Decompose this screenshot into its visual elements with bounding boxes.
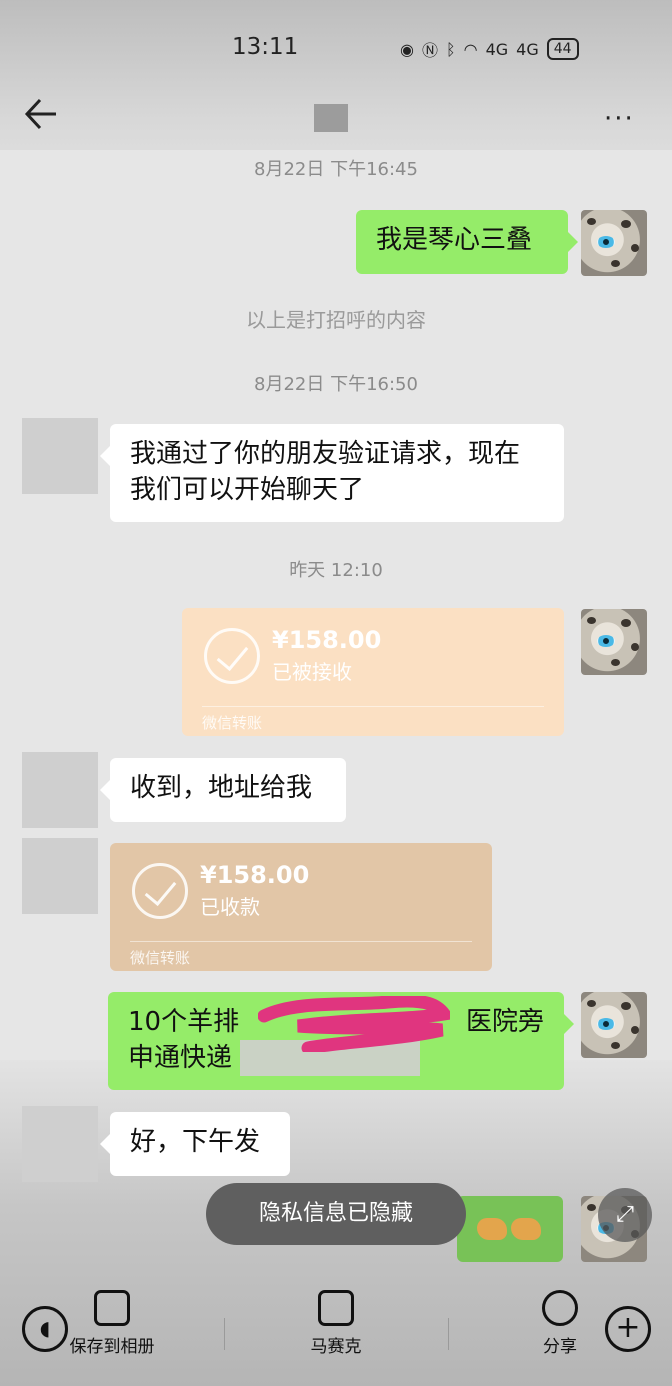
my-avatar[interactable]	[581, 609, 647, 675]
message-text-start: 10个羊排	[128, 1007, 240, 1037]
add-icon[interactable]: +	[605, 1306, 651, 1352]
save-to-album-button[interactable]: 保存到相册	[52, 1290, 172, 1357]
contact-avatar[interactable]	[22, 1106, 98, 1182]
battery-icon: 44	[546, 38, 579, 60]
check-circle-icon	[132, 863, 188, 919]
status-icons: ◉ Ⓝ ᛒ ◠ 4G 4G 44	[400, 37, 579, 61]
divider	[130, 941, 472, 942]
bluetooth-icon: ᛒ	[445, 39, 456, 59]
my-avatar[interactable]	[581, 210, 647, 276]
transfer-label: 微信转账	[202, 714, 263, 732]
contact-avatar[interactable]	[22, 752, 98, 828]
timestamp: 昨天 12:10	[289, 560, 383, 581]
message-bubble-sent[interactable]: 我是琴心三叠	[356, 210, 578, 274]
timestamp: 8月22日 下午16:50	[254, 374, 418, 395]
contact-avatar[interactable]	[22, 838, 98, 914]
mosaic-label: 马赛克	[310, 1337, 362, 1357]
privacy-toast: 隐私信息已隐藏	[206, 1183, 466, 1245]
message-bubble-received[interactable]: 好，下午发	[100, 1112, 290, 1176]
divider	[224, 1318, 225, 1350]
my-avatar[interactable]	[581, 992, 647, 1058]
divider	[448, 1318, 449, 1350]
handshake-icon	[511, 1218, 541, 1240]
transfer-amount: ¥158.00	[272, 626, 382, 654]
eye-icon: ◉	[400, 39, 414, 59]
mosaic-icon	[318, 1290, 354, 1326]
back-arrow-icon[interactable]	[22, 94, 62, 134]
transfer-status: 已收款	[200, 895, 260, 919]
transfer-label: 微信转账	[130, 949, 191, 967]
more-options-button[interactable]: ···	[604, 104, 635, 134]
signal-icon-1: 4G	[485, 39, 509, 59]
contact-avatar[interactable]	[22, 418, 98, 494]
wifi-icon: ◠	[463, 39, 478, 59]
save-icon	[94, 1290, 130, 1326]
divider	[202, 706, 544, 707]
handshake-emoji-message[interactable]	[457, 1196, 563, 1262]
share-icon	[542, 1290, 578, 1326]
nfc-icon: Ⓝ	[421, 41, 438, 60]
handshake-icon	[477, 1218, 507, 1240]
transfer-status: 已被接收	[272, 660, 352, 684]
message-bubble-received[interactable]: 收到，地址给我	[100, 758, 346, 822]
transfer-card-received[interactable]: ¥158.00 已收款 微信转账	[110, 843, 492, 971]
message-text-end: 医院旁	[465, 1007, 544, 1037]
timestamp: 8月22日 下午16:45	[254, 159, 418, 180]
transfer-amount: ¥158.00	[200, 861, 310, 889]
chat-title-redacted	[314, 104, 348, 132]
mosaic-button[interactable]: 马赛克	[276, 1290, 396, 1357]
check-circle-icon	[204, 628, 260, 684]
status-time: 13:11	[232, 34, 299, 60]
signal-icon-2: 4G	[516, 39, 539, 59]
share-button[interactable]: 分享	[500, 1290, 620, 1357]
expand-icon[interactable]: ⤢	[598, 1188, 652, 1242]
message-bubble-received[interactable]: 我通过了你的朋友验证请求，现在我们可以开始聊天了	[100, 424, 564, 522]
redaction-scribble	[258, 996, 450, 1052]
share-label: 分享	[543, 1337, 577, 1357]
transfer-card-sent[interactable]: ¥158.00 已被接收 微信转账	[182, 608, 564, 736]
system-notice: 以上是打招呼的内容	[246, 308, 426, 332]
save-label: 保存到相册	[69, 1337, 155, 1357]
